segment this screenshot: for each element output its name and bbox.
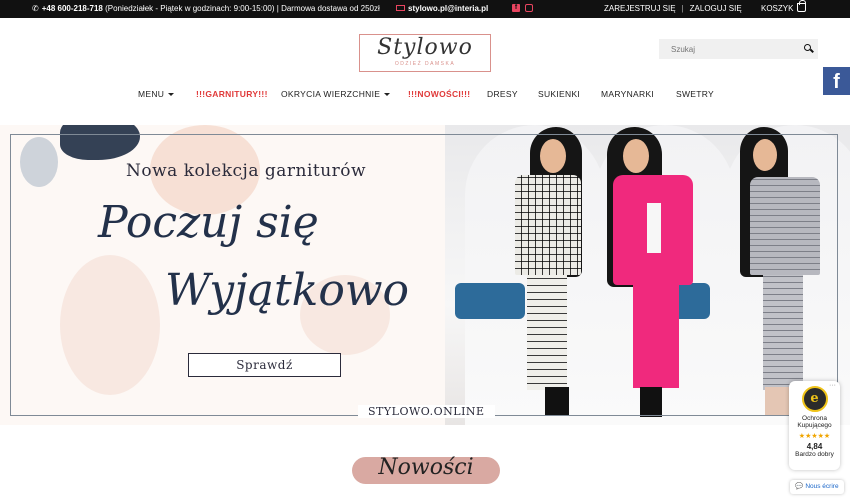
search-box [659,39,818,59]
banner-site-label: STYLOWO.ONLINE [358,405,495,418]
hero-banner[interactable]: Nowa kolekcja garniturów Poczuj się Wyją… [0,125,850,425]
chevron-down-icon [384,93,391,97]
nav-nowosci[interactable]: !!!NOWOŚCI!!! [408,89,470,99]
nav-okrycia-wierzchnie[interactable]: OKRYCIA WIERZCHNIE [281,89,391,99]
rating-text: Bardzo dobry [795,451,834,458]
email-address[interactable]: stylowo.pl@interia.pl [408,4,488,13]
nav-sukienki[interactable]: SUKIENKI [538,89,580,99]
main-navigation: MENU !!!GARNITURY!!! OKRYCIA WIERZCHNIE … [0,89,850,101]
cart-button[interactable]: KOSZYK [761,0,807,13]
contact-email[interactable]: stylowo.pl@interia.pl [396,4,488,13]
search-icon[interactable] [804,44,811,51]
chat-label: Nous écrire [805,483,839,490]
divider: | [681,4,684,13]
login-link[interactable]: ZALOGUJ SIĘ [690,4,742,13]
nav-marynarki[interactable]: MARYNARKI [601,89,654,99]
nav-label: SWETRY [676,89,715,99]
nav-swetry[interactable]: SWETRY [676,89,714,99]
nav-dresy[interactable]: DRESY [487,89,518,99]
nav-label: SUKIENKI [538,89,581,99]
banner-tagline-1: Poczuj się [98,197,319,248]
search-input[interactable] [659,40,789,58]
facebook-icon[interactable]: f [512,4,520,12]
chat-button[interactable]: 💬 Nous écrire [790,480,844,494]
envelope-icon [396,4,405,11]
contact-phone[interactable]: ✆ +48 600-218-718 (Poniedziałek - Piątek … [32,4,380,13]
nav-label: MARYNARKI [601,89,655,99]
banner-tagline-2: Wyjątkowo [165,265,409,316]
section-heading: Nowości [378,455,474,480]
nav-label: !!!NOWOŚCI!!! [408,89,471,99]
nav-garnitury[interactable]: !!!GARNITURY!!! [196,89,268,99]
chevron-down-icon [168,93,175,97]
opening-hours: (Poniedziałek - Piątek w godzinach: 9:00… [105,4,380,13]
cart-label[interactable]: KOSZYK [761,4,793,13]
banner-cta-button[interactable]: Sprawdź [188,353,341,377]
rating-score: 4,84 [806,442,823,451]
phone-icon: ✆ [32,4,39,13]
rating-stars-icon: ★★★★★ [798,433,831,440]
nav-label: !!!GARNITURY!!! [196,89,268,99]
phone-number[interactable]: +48 600-218-718 [42,4,103,13]
nav-menu[interactable]: MENU [138,89,175,99]
more-options-icon[interactable]: ··· [829,382,836,389]
logo-tagline: ODZIEŻ DAMSKA [394,61,456,67]
shopping-bag-icon[interactable] [797,0,807,12]
site-logo[interactable]: Stylowo ODZIEŻ DAMSKA [359,34,491,72]
register-link[interactable]: ZAREJESTRUJ SIĘ [604,4,676,13]
instagram-icon[interactable] [525,4,533,12]
trust-seal-icon: e [801,386,828,412]
banner-headline: Nowa kolekcja garniturów [126,161,367,181]
trust-label: Ochrona Kupującego [797,415,832,429]
nav-label: MENU [138,89,165,99]
logo-wordmark: Stylowo [377,35,473,60]
top-bar: ✆ +48 600-218-718 (Poniedziałek - Piątek … [0,0,850,18]
nav-label: DRESY [487,89,518,99]
nav-label: OKRYCIA WIERZCHNIE [281,89,381,99]
trust-badge-widget[interactable]: ··· e Ochrona Kupującego ★★★★★ 4,84 Bard… [789,381,840,470]
chat-bubble-icon: 💬 [795,483,804,490]
account-links: ZAREJESTRUJ SIĘ | ZALOGUJ SIĘ [604,4,742,13]
social-links: f [512,4,533,12]
